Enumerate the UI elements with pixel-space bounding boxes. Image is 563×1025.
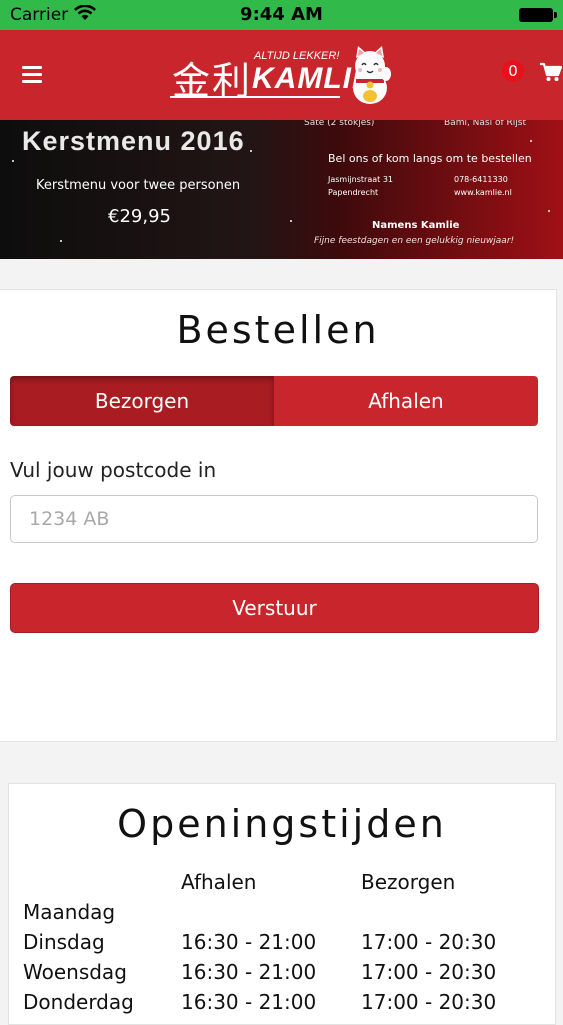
app-header: 金利 ALTIJD LEKKER! KAMLIE 0: [0, 30, 563, 120]
shopping-cart-icon[interactable]: [540, 62, 562, 82]
sparkle: [12, 160, 14, 162]
banner-phone: 078-6411330: [454, 175, 508, 184]
order-title: Bestellen: [176, 308, 380, 352]
kamlie-logo[interactable]: 金利 ALTIJD LEKKER! KAMLIE: [168, 42, 398, 108]
opening-hours-title: Openingstijden: [117, 802, 447, 846]
christmas-menu-banner[interactable]: Saté (2 stokjes) Bami, Nasi of Rijst Ker…: [0, 120, 563, 259]
opening-hours-card: Openingstijden Afhalen Bezorgen Maandag …: [8, 783, 556, 1025]
banner-subtitle: Kerstmenu voor twee personen: [36, 178, 241, 193]
sparkle: [250, 150, 252, 152]
sparkle: [530, 140, 532, 142]
hours-delivery: 17:00 - 20:30: [361, 960, 497, 984]
postcode-input[interactable]: [10, 495, 538, 543]
hours-day: Donderdag: [23, 990, 134, 1014]
lucky-cat-icon: [353, 46, 391, 104]
column-header-pickup: Afhalen: [181, 870, 257, 894]
banner-address-line2: Papendrecht: [328, 188, 379, 197]
logo-tagline: ALTIJD LEKKER!: [254, 50, 340, 62]
banner-signature: Namens Kamlie: [372, 220, 460, 231]
banner-title: Kerstmenu 2016: [22, 126, 245, 156]
hours-day: Dinsdag: [23, 930, 105, 954]
postcode-label: Vul jouw postcode in: [10, 458, 217, 482]
banner-website: www.kamlie.nl: [454, 188, 512, 197]
sparkle: [290, 220, 292, 222]
hamburger-menu-button[interactable]: [22, 66, 42, 84]
menu-bar-icon: [22, 80, 42, 83]
hours-pickup: 16:30 - 21:00: [181, 990, 317, 1014]
tab-pickup[interactable]: Afhalen: [274, 376, 538, 426]
battery-icon: [519, 8, 557, 22]
banner-wishes: Fijne feestdagen en een gelukkig nieuwja…: [314, 236, 515, 246]
hours-pickup: 16:30 - 21:00: [181, 930, 317, 954]
tab-delivery[interactable]: Bezorgen: [10, 376, 274, 426]
order-card: Bestellen Bezorgen Afhalen Vul jouw post…: [0, 289, 557, 742]
status-bar: Carrier 9:44 AM: [0, 0, 563, 30]
hours-pickup: 16:30 - 21:00: [181, 960, 317, 984]
banner-address-line1: Jasmijnstraat 31: [328, 175, 393, 184]
menu-bar-icon: [22, 66, 42, 69]
logo-underline: [170, 96, 340, 98]
order-type-tabs: Bezorgen Afhalen: [10, 376, 538, 426]
sparkle: [60, 240, 62, 242]
column-header-delivery: Bezorgen: [361, 870, 456, 894]
sparkle: [548, 210, 550, 212]
hours-delivery: 17:00 - 20:30: [361, 930, 497, 954]
hours-delivery: 17:00 - 20:30: [361, 990, 497, 1014]
cart-count-badge[interactable]: 0: [502, 60, 524, 82]
banner-menu-fragment: Bami, Nasi of Rijst: [444, 120, 526, 128]
hours-day: Woensdag: [23, 960, 127, 984]
hours-day: Maandag: [23, 900, 116, 924]
banner-call-text: Bel ons of kom langs om te bestellen: [328, 152, 532, 165]
menu-bar-icon: [22, 73, 42, 76]
banner-menu-fragment: Saté (2 stokjes): [304, 120, 375, 128]
status-time: 9:44 AM: [240, 4, 323, 25]
submit-button[interactable]: Verstuur: [10, 583, 539, 633]
banner-price: €29,95: [108, 206, 171, 227]
